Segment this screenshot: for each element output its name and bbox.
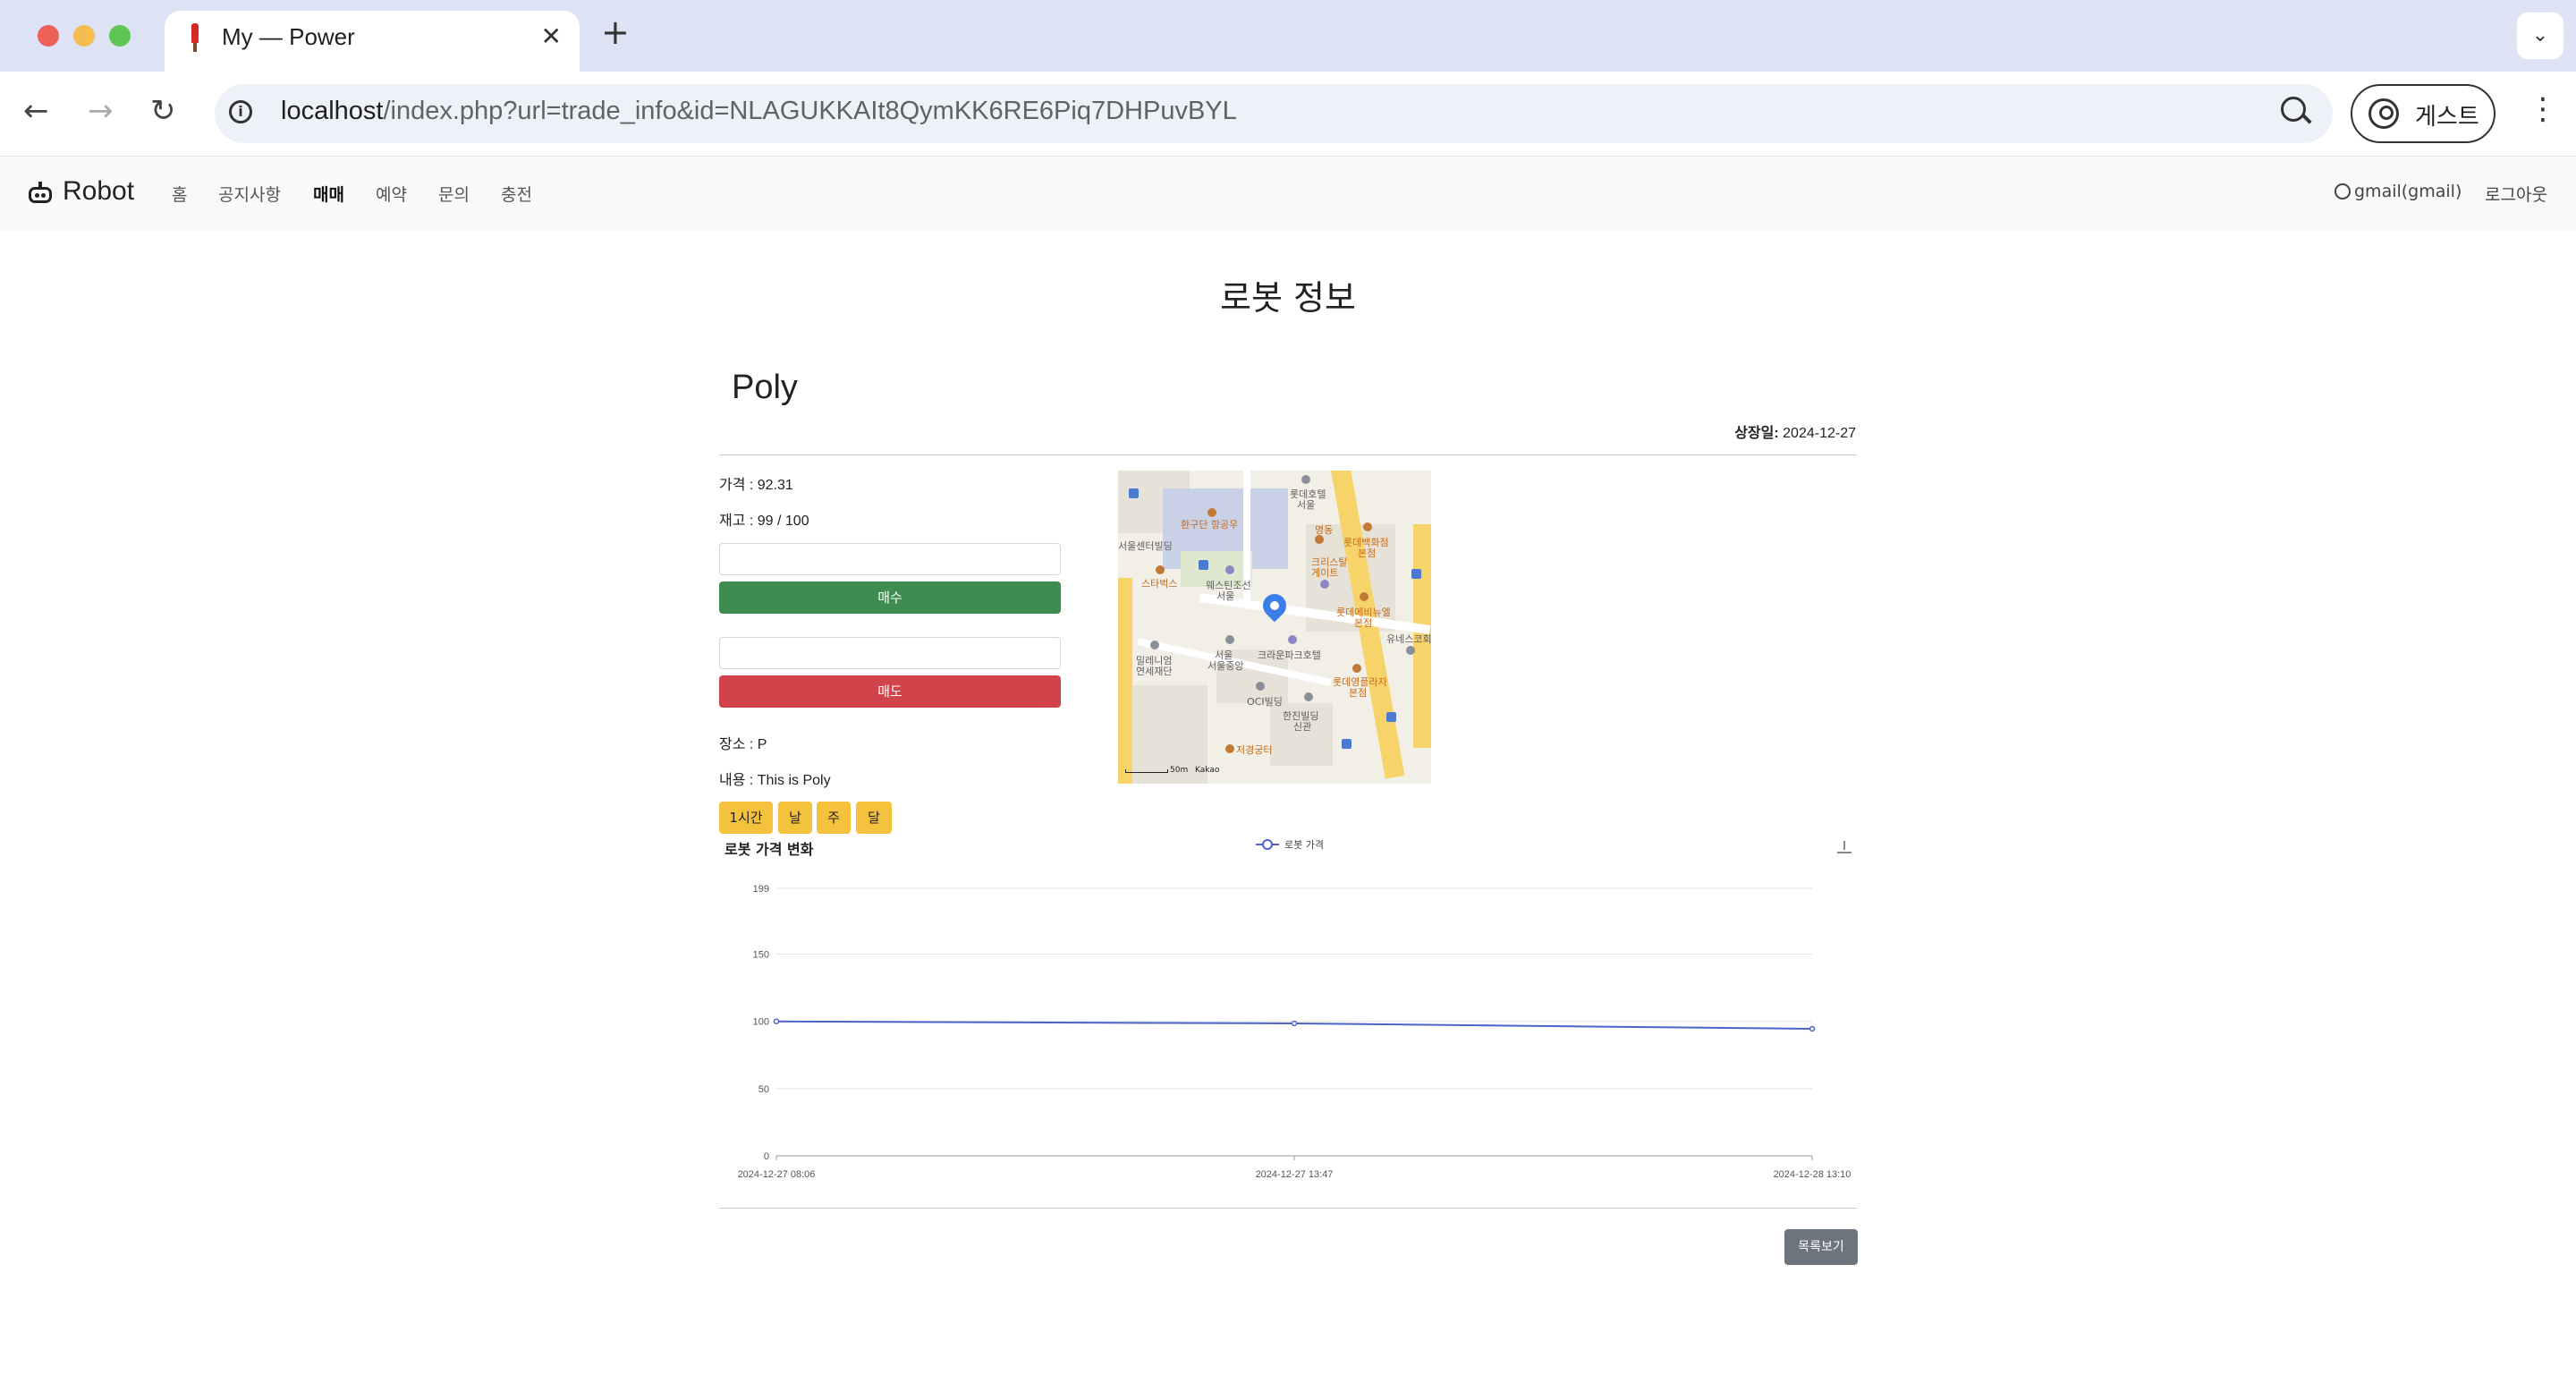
nav-trade[interactable]: 매매: [313, 182, 344, 206]
data-point: [1291, 1020, 1298, 1027]
user-account-link[interactable]: gmail(gmail): [2334, 182, 2462, 201]
y-tick-label: 0: [764, 1151, 769, 1162]
location-text: 장소 : P: [719, 737, 767, 752]
x-tick-label: 2024-12-27 08:06: [738, 1169, 816, 1180]
buy-button[interactable]: 매수: [719, 581, 1061, 614]
browser-tab[interactable]: My — Power ✕: [165, 11, 580, 72]
x-tick-label: 2024-12-28 13:10: [1774, 1169, 1852, 1180]
x-tick-label: 2024-12-27 13:47: [1256, 1169, 1334, 1180]
close-tab-icon[interactable]: ✕: [541, 21, 562, 51]
site-navbar: Robot 홈 공지사항 매매 예약 문의 충전 gmail(gmail) 로그…: [0, 157, 2576, 231]
divider: [719, 1208, 1857, 1209]
stock-text: 재고 : 99 / 100: [719, 514, 809, 529]
nav-home[interactable]: 홈: [172, 182, 187, 206]
robot-name: Poly: [732, 369, 798, 406]
nav-inquiry[interactable]: 문의: [438, 182, 470, 206]
minimize-window-button[interactable]: [73, 25, 95, 47]
list-view-button[interactable]: 목록보기: [1784, 1229, 1858, 1265]
profile-button[interactable]: 게스트: [2351, 84, 2496, 143]
maximize-window-button[interactable]: [109, 25, 131, 47]
y-tick-label: 199: [753, 884, 769, 895]
user-circle-icon: [2334, 183, 2351, 199]
divider: [719, 454, 1857, 455]
site-info-icon[interactable]: i: [229, 100, 252, 123]
pencil-favicon-icon: [190, 23, 200, 54]
y-tick-label: 100: [753, 1017, 769, 1028]
forward-arrow-icon[interactable]: →: [88, 93, 114, 129]
new-tab-button[interactable]: +: [601, 13, 630, 52]
robot-icon: [27, 182, 54, 205]
data-point: [773, 1018, 780, 1024]
listed-date: 상장일: 2024-12-27: [1734, 426, 1856, 441]
content-text: 내용 : This is Poly: [719, 773, 831, 788]
profile-label: 게스트: [2415, 104, 2479, 131]
data-point: [1809, 1025, 1816, 1032]
nav-reservation[interactable]: 예약: [376, 182, 407, 206]
browser-toolbar: ← → ↻ i localhost/index.php?url=trade_in…: [0, 72, 2576, 157]
y-tick-label: 150: [753, 950, 769, 961]
address-bar[interactable]: i localhost/index.php?url=trade_info&id=…: [215, 84, 2333, 143]
tab-search-button[interactable]: ⌄: [2517, 13, 2563, 59]
map-scale: [1125, 769, 1168, 773]
brand-name: Robot: [63, 176, 135, 206]
sell-button[interactable]: 매도: [719, 675, 1061, 708]
reload-icon[interactable]: ↻: [150, 93, 176, 129]
more-menu-icon[interactable]: ⋮: [2528, 91, 2558, 127]
account-circle-icon: [2368, 98, 2399, 129]
url-text[interactable]: localhost/index.php?url=trade_info&id=NL…: [281, 97, 1237, 126]
page-title: 로봇 정보: [1220, 278, 1356, 318]
price-text: 가격 : 92.31: [719, 478, 793, 493]
chart-svg: 0 50 100 150 199 2024-12-27 08:06 2024-12-27 1…: [738, 884, 1852, 1180]
location-map[interactable]: 롯데호텔 서울 환구단 항공우 서울센터빌딩 명동 롯데백화점 본점 크리스탈 …: [1118, 471, 1431, 784]
nav-charge[interactable]: 충전: [501, 182, 532, 206]
tab-title: My — Power: [222, 23, 355, 50]
nav-notice[interactable]: 공지사항: [218, 182, 281, 206]
location-pin-icon: [1258, 589, 1292, 623]
price-chart: 로봇 가격 변화 로봇 가격 0 50 100 150 199 2024-12-27 08…: [719, 828, 1857, 1186]
close-window-button[interactable]: [38, 25, 59, 47]
zoom-icon[interactable]: [2281, 97, 2306, 122]
back-arrow-icon[interactable]: ←: [23, 93, 49, 129]
y-tick-label: 50: [758, 1084, 769, 1095]
buy-quantity-input[interactable]: [719, 543, 1061, 575]
logout-link[interactable]: 로그아웃: [2485, 182, 2547, 206]
browser-tab-bar: My — Power ✕ + ⌄: [0, 0, 2576, 72]
sell-quantity-input[interactable]: [719, 637, 1061, 669]
